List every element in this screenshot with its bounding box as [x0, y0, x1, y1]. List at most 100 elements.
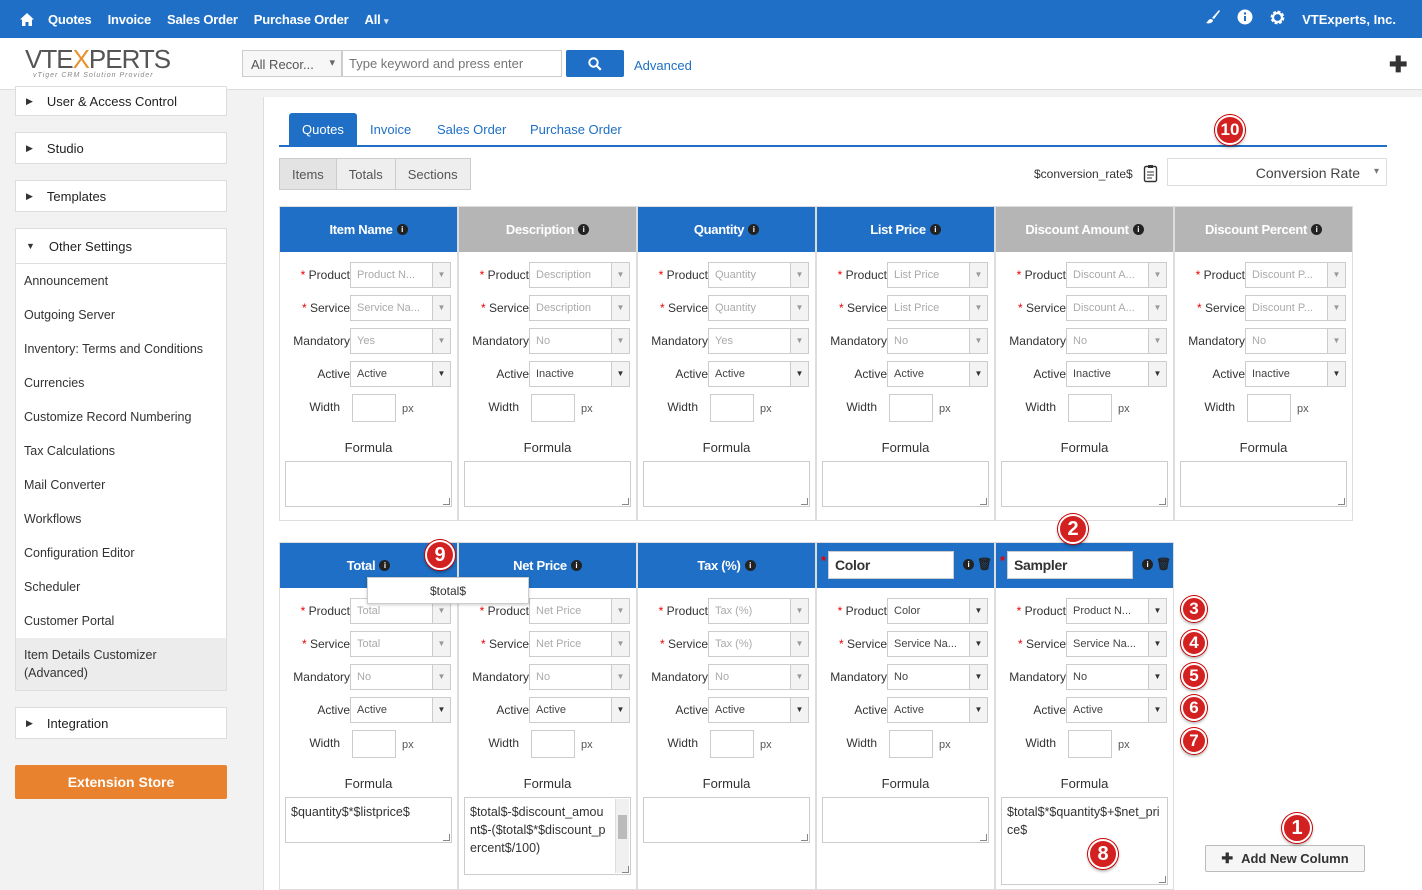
info-icon[interactable]	[1237, 9, 1253, 29]
subtab-sections[interactable]: Sections	[396, 159, 470, 189]
info-icon[interactable]: i	[396, 224, 408, 235]
active-select[interactable]: Active ▼	[350, 361, 451, 387]
product-select[interactable]: Product N... ▼	[350, 262, 451, 288]
info-icon[interactable]: i	[1311, 224, 1323, 235]
tab-sales-order[interactable]: Sales Order	[424, 113, 519, 145]
service-select[interactable]: Description ▼	[529, 295, 630, 321]
vtexperts-logo[interactable]: VTEXPERTS vTiger CRM Solution Provider	[25, 46, 185, 84]
column-name-input[interactable]: Color	[828, 551, 954, 579]
width-input[interactable]	[889, 394, 933, 422]
active-select[interactable]: Active ▼	[350, 697, 451, 723]
formula-textarea[interactable]	[643, 461, 810, 507]
search-button[interactable]	[566, 50, 624, 77]
search-scope-select[interactable]: All Recor...	[242, 50, 342, 77]
formula-textarea[interactable]	[1180, 461, 1347, 507]
active-select[interactable]: Active ▼	[708, 361, 809, 387]
mandatory-select[interactable]: No ▼	[529, 664, 630, 690]
tab-purchase-order[interactable]: Purchase Order	[517, 113, 635, 145]
nav-all-menu[interactable]: All ▾	[357, 12, 397, 27]
add-new-column-button[interactable]: ✚ Add New Column	[1205, 845, 1365, 872]
nav-sales-order[interactable]: Sales Order	[159, 12, 246, 27]
mandatory-select[interactable]: Yes ▼	[708, 328, 809, 354]
info-icon[interactable]: i	[748, 224, 760, 235]
mandatory-select[interactable]: No ▼	[887, 328, 988, 354]
product-select[interactable]: Discount P... ▼	[1245, 262, 1346, 288]
mandatory-select[interactable]: No ▼	[708, 664, 809, 690]
info-icon[interactable]: i	[1142, 559, 1153, 571]
scrollbar-thumb[interactable]	[618, 815, 627, 839]
mandatory-select[interactable]: No ▼	[1245, 328, 1346, 354]
search-input[interactable]	[342, 50, 562, 77]
width-input[interactable]	[889, 730, 933, 758]
formula-textarea[interactable]	[285, 461, 452, 507]
mandatory-select[interactable]: No ▼	[1066, 328, 1167, 354]
tab-quotes[interactable]: Quotes	[289, 113, 357, 145]
info-icon[interactable]: i	[963, 559, 974, 571]
sidebar-section-templates[interactable]: ▶ Templates	[15, 180, 227, 212]
subtab-items[interactable]: Items	[280, 159, 337, 189]
mandatory-select[interactable]: No ▼	[1066, 664, 1167, 690]
sidebar-item-inventory-terms[interactable]: Inventory: Terms and Conditions	[16, 332, 226, 366]
formula-textarea[interactable]	[464, 461, 631, 507]
width-input[interactable]	[1068, 730, 1112, 758]
trash-icon[interactable]: 🗑	[1153, 557, 1171, 571]
active-select[interactable]: Active ▼	[1066, 697, 1167, 723]
product-select[interactable]: Quantity ▼	[708, 262, 809, 288]
info-icon[interactable]: i	[1132, 224, 1144, 235]
sidebar-item-record-numbering[interactable]: Customize Record Numbering	[16, 400, 226, 434]
sidebar-item-outgoing-server[interactable]: Outgoing Server	[16, 298, 226, 332]
nav-purchase-order[interactable]: Purchase Order	[246, 12, 357, 27]
service-select[interactable]: Net Price ▼	[529, 631, 630, 657]
width-input[interactable]	[531, 730, 575, 758]
active-select[interactable]: Active ▼	[708, 697, 809, 723]
service-select[interactable]: Discount A... ▼	[1066, 295, 1167, 321]
width-input[interactable]	[1247, 394, 1291, 422]
info-icon[interactable]: i	[744, 560, 756, 571]
info-icon[interactable]: i	[570, 560, 582, 571]
active-select[interactable]: Inactive ▼	[1066, 361, 1167, 387]
service-select[interactable]: List Price ▼	[887, 295, 988, 321]
tab-invoice[interactable]: Invoice	[357, 113, 424, 145]
service-select[interactable]: Service Na... ▼	[1066, 631, 1167, 657]
sidebar-section-studio[interactable]: ▶ Studio	[15, 132, 227, 164]
active-select[interactable]: Active ▼	[887, 697, 988, 723]
mandatory-select[interactable]: No ▼	[529, 328, 630, 354]
service-select[interactable]: Quantity ▼	[708, 295, 809, 321]
service-select[interactable]: Service Na... ▼	[887, 631, 988, 657]
formula-textarea[interactable]	[822, 461, 989, 507]
column-name-input[interactable]: Sampler	[1007, 551, 1133, 579]
trash-icon[interactable]: 🗑	[974, 557, 992, 571]
sidebar-section-integration[interactable]: ▶ Integration	[15, 707, 227, 739]
mandatory-select[interactable]: No ▼	[887, 664, 988, 690]
sidebar-item-currencies[interactable]: Currencies	[16, 366, 226, 400]
textarea-scrollbar[interactable]	[615, 799, 629, 873]
subtab-totals[interactable]: Totals	[337, 159, 396, 189]
formula-textarea[interactable]	[822, 797, 989, 843]
formula-textarea[interactable]: $quantity$*$listprice$	[285, 797, 452, 843]
formula-textarea[interactable]	[643, 797, 810, 843]
extension-store-button[interactable]: Extension Store	[15, 765, 227, 799]
formula-textarea[interactable]	[1001, 461, 1168, 507]
sidebar-item-item-details-customizer[interactable]: Item Details Customizer (Advanced)	[16, 638, 226, 690]
company-name[interactable]: VTExperts, Inc.	[1302, 12, 1396, 27]
mandatory-select[interactable]: No ▼	[350, 664, 451, 690]
formula-textarea[interactable]: $total$*$quantity$+$net_price$	[1001, 797, 1168, 885]
service-select[interactable]: Total ▼	[350, 631, 451, 657]
width-input[interactable]	[710, 394, 754, 422]
home-icon[interactable]	[14, 0, 40, 38]
conversion-rate-select[interactable]: Conversion Rate	[1167, 158, 1387, 186]
info-icon[interactable]: i	[578, 224, 590, 235]
sidebar-item-customer-portal[interactable]: Customer Portal	[16, 604, 226, 638]
sidebar-item-tax-calculations[interactable]: Tax Calculations	[16, 434, 226, 468]
copy-clipboard-icon[interactable]	[1143, 164, 1161, 184]
mandatory-select[interactable]: Yes ▼	[350, 328, 451, 354]
info-icon[interactable]: i	[379, 560, 391, 571]
width-input[interactable]	[352, 394, 396, 422]
formula-textarea[interactable]: $total$-$discount_amount$-($total$*$disc…	[464, 797, 631, 875]
product-select[interactable]: Color ▼	[887, 598, 988, 624]
sidebar-item-scheduler[interactable]: Scheduler	[16, 570, 226, 604]
sidebar-item-configuration-editor[interactable]: Configuration Editor	[16, 536, 226, 570]
active-select[interactable]: Active ▼	[529, 697, 630, 723]
product-select[interactable]: Discount A... ▼	[1066, 262, 1167, 288]
product-select[interactable]: Net Price ▼	[529, 598, 630, 624]
